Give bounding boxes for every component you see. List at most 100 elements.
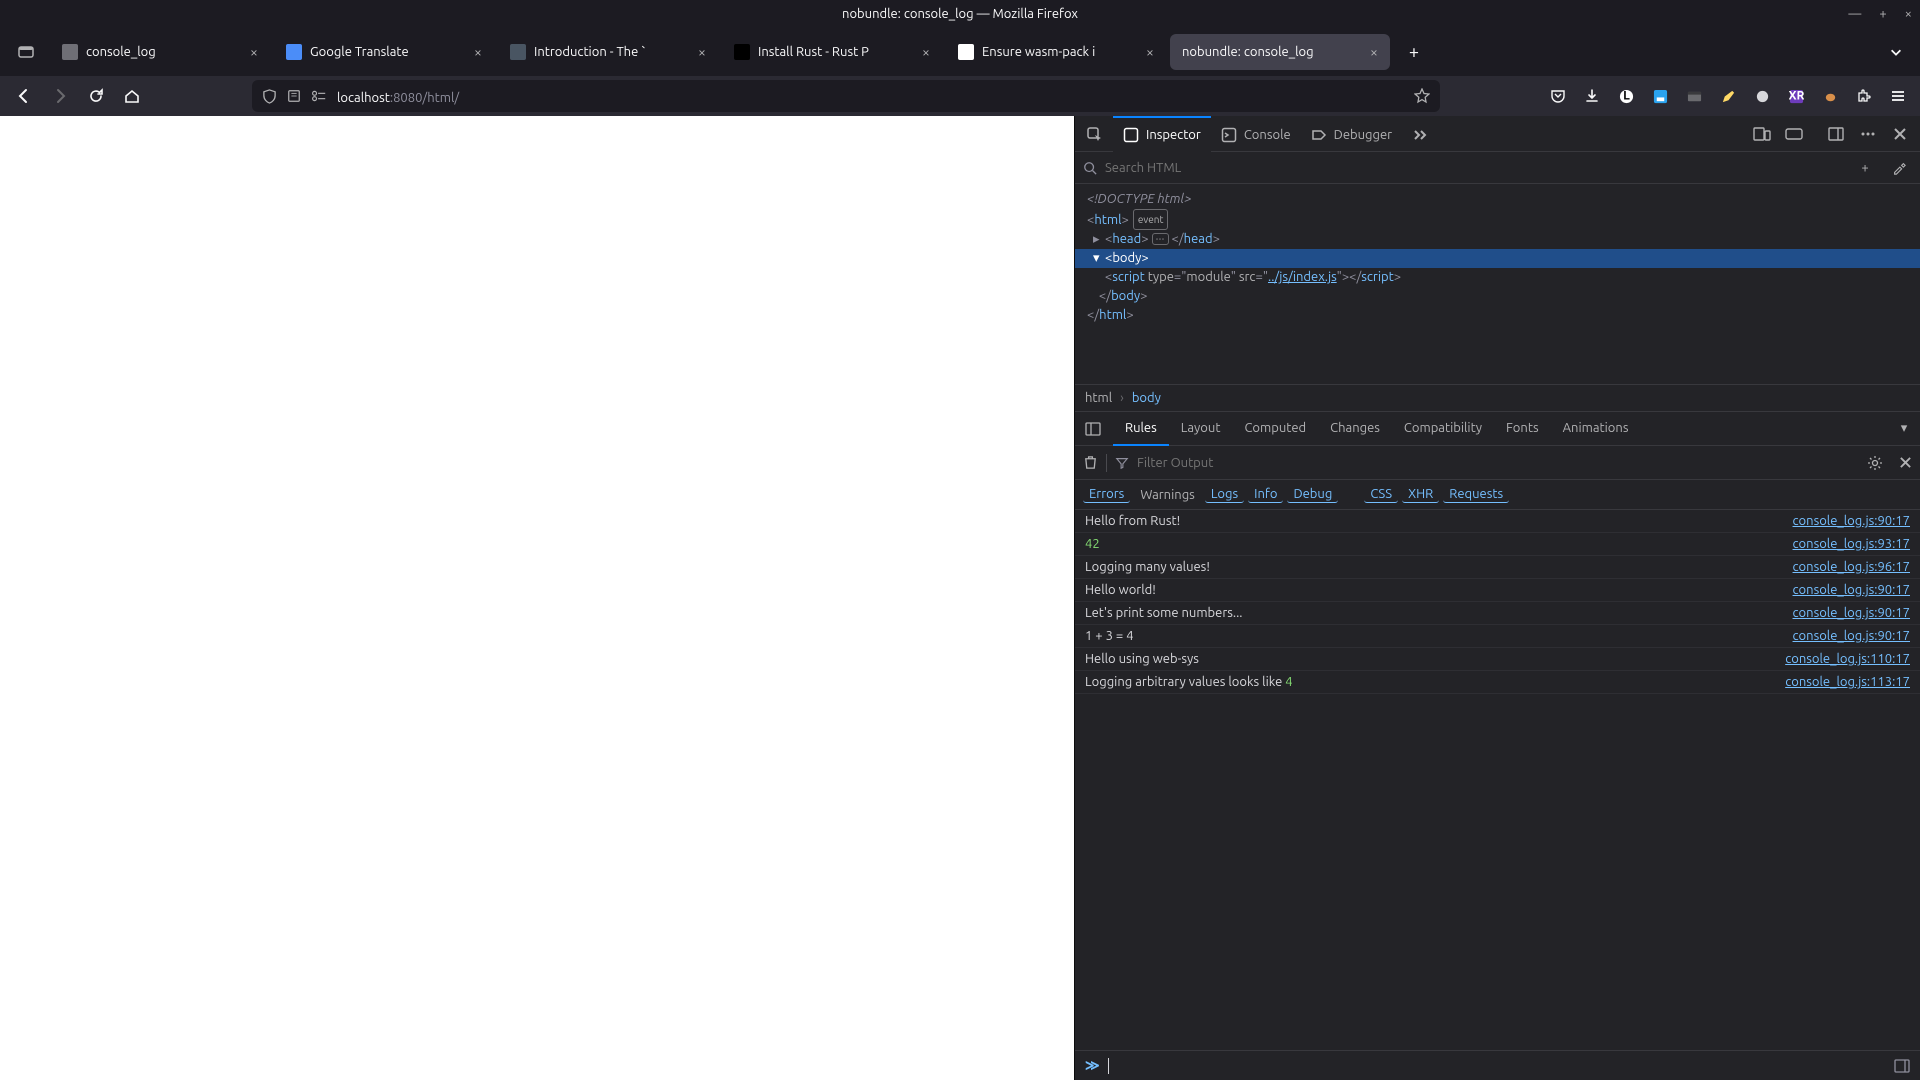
clear-console-button[interactable] <box>1083 455 1098 470</box>
tab-close-button[interactable]: × <box>916 42 936 62</box>
more-options-button[interactable] <box>1854 120 1882 148</box>
source-link[interactable]: console_log.js:96:17 <box>1793 560 1910 574</box>
cat-requests[interactable]: Requests <box>1443 486 1509 503</box>
favicon-icon <box>734 44 750 60</box>
console-row: 42console_log.js:93:17 <box>1075 533 1920 556</box>
debugger-tab-label: Debugger <box>1334 128 1392 142</box>
console-settings-button[interactable] <box>1867 455 1883 471</box>
breadcrumb-html[interactable]: html <box>1085 391 1112 405</box>
cat-warnings[interactable]: Warnings <box>1134 487 1201 503</box>
tab-animations[interactable]: Animations <box>1551 412 1641 446</box>
inspector-tab-label: Inspector <box>1146 128 1201 142</box>
source-link[interactable]: console_log.js:113:17 <box>1785 675 1910 689</box>
reload-button[interactable] <box>80 80 112 112</box>
dock-side-button[interactable] <box>1822 120 1850 148</box>
html-search-input[interactable] <box>1105 161 1844 175</box>
panel-tabs-overflow[interactable]: ▾ <box>1892 421 1916 436</box>
tab-close-button[interactable]: × <box>1364 42 1384 62</box>
console-input[interactable]: ≫ <box>1075 1050 1920 1080</box>
debugger-tab[interactable]: Debugger <box>1301 116 1402 152</box>
source-link[interactable]: console_log.js:90:17 <box>1793 606 1910 620</box>
tab-close-button[interactable]: × <box>692 42 712 62</box>
tab-console-log[interactable]: console_log × <box>50 34 270 70</box>
selected-node[interactable]: ▾<body> <box>1075 249 1920 268</box>
window-close-icon[interactable]: × <box>1905 7 1912 21</box>
tab-compatibility[interactable]: Compatibility <box>1392 412 1494 446</box>
tab-close-button[interactable]: × <box>244 42 264 62</box>
editor-mode-button[interactable] <box>1894 1059 1910 1073</box>
filter-output-input[interactable] <box>1137 456 1859 470</box>
pick-element-button[interactable] <box>1077 116 1113 152</box>
cat-info[interactable]: Info <box>1248 486 1283 503</box>
breadcrumb-body[interactable]: body <box>1132 391 1161 405</box>
tab-wasm-pack[interactable]: Ensure wasm-pack i × <box>946 34 1166 70</box>
permissions-icon[interactable] <box>311 89 327 103</box>
ext-button-4[interactable] <box>1714 82 1742 110</box>
bookmark-star-icon[interactable] <box>1414 88 1430 104</box>
tab-google-translate[interactable]: Google Translate × <box>274 34 494 70</box>
cat-xhr[interactable]: XHR <box>1402 486 1439 503</box>
tab-nobundle-active[interactable]: nobundle: console_log × <box>1170 34 1390 70</box>
pocket-button[interactable] <box>1544 82 1572 110</box>
more-tools-button[interactable] <box>1402 116 1438 152</box>
shield-icon[interactable] <box>262 89 277 104</box>
close-split-button[interactable] <box>1899 456 1912 469</box>
window-maximize-icon[interactable]: + <box>1879 7 1886 21</box>
cat-errors[interactable]: Errors <box>1083 486 1130 503</box>
recent-tabs-button[interactable] <box>8 34 44 70</box>
ext-button-6[interactable]: XR <box>1782 82 1810 110</box>
add-node-button[interactable]: + <box>1852 155 1878 181</box>
window-title: nobundle: console_log — Mozilla Firefox <box>842 7 1078 21</box>
main-area: Inspector Console Debugger + <!DOCTYPE h… <box>0 116 1920 1080</box>
event-badge[interactable]: event <box>1133 209 1169 230</box>
tab-introduction[interactable]: Introduction - The ` × <box>498 34 718 70</box>
tab-install-rust[interactable]: Install Rust - Rust P × <box>722 34 942 70</box>
rde-button-2[interactable] <box>1780 120 1808 148</box>
tab-close-button[interactable]: × <box>1140 42 1160 62</box>
source-link[interactable]: console_log.js:110:17 <box>1785 652 1910 666</box>
tab-fonts[interactable]: Fonts <box>1494 412 1551 446</box>
tab-layout[interactable]: Layout <box>1169 412 1233 446</box>
cat-logs[interactable]: Logs <box>1205 486 1244 503</box>
all-tabs-button[interactable] <box>1880 36 1912 68</box>
new-tab-button[interactable]: + <box>1398 36 1430 68</box>
window-minimize-icon[interactable]: — <box>1848 7 1861 21</box>
tab-title: console_log <box>86 45 240 59</box>
cat-css[interactable]: CSS <box>1364 486 1398 503</box>
app-menu-button[interactable] <box>1884 82 1912 110</box>
close-icon <box>1893 127 1907 141</box>
ext-button-3[interactable] <box>1680 82 1708 110</box>
source-link[interactable]: console_log.js:90:17 <box>1793 583 1910 597</box>
eyedropper-button[interactable] <box>1886 155 1912 181</box>
devtools-close-button[interactable] <box>1886 120 1914 148</box>
cat-debug[interactable]: Debug <box>1287 486 1338 503</box>
forward-button[interactable] <box>44 80 76 112</box>
ext-button-2[interactable] <box>1646 82 1674 110</box>
ext-button-1[interactable]: L <box>1612 82 1640 110</box>
panel-toggle-button[interactable] <box>1079 415 1107 443</box>
pick-element-icon <box>1087 127 1103 143</box>
window-titlebar: nobundle: console_log — Mozilla Firefox … <box>0 0 1920 28</box>
markup-tree[interactable]: <!DOCTYPE html> <html>event ▸<head> ⋯ </… <box>1075 184 1920 384</box>
url-bar[interactable]: localhost:8080/html/ <box>252 80 1440 112</box>
extensions-button[interactable] <box>1850 82 1878 110</box>
inspector-tab[interactable]: Inspector <box>1113 116 1211 152</box>
downloads-button[interactable] <box>1578 82 1606 110</box>
chevron-right-icon: › <box>1120 391 1124 405</box>
tab-changes[interactable]: Changes <box>1318 412 1392 446</box>
rde-button[interactable] <box>1748 120 1776 148</box>
page-info-icon[interactable] <box>287 89 301 103</box>
source-link[interactable]: console_log.js:93:17 <box>1793 537 1910 551</box>
ext-button-7[interactable] <box>1816 82 1844 110</box>
console-tab[interactable]: Console <box>1211 116 1301 152</box>
ext-button-5[interactable] <box>1748 82 1776 110</box>
tab-close-button[interactable]: × <box>468 42 488 62</box>
back-button[interactable] <box>8 80 40 112</box>
eyedropper-icon <box>1892 161 1906 175</box>
tab-computed[interactable]: Computed <box>1232 412 1318 446</box>
source-link[interactable]: console_log.js:90:17 <box>1793 629 1910 643</box>
source-link[interactable]: console_log.js:90:17 <box>1793 514 1910 528</box>
debugger-icon <box>1311 127 1327 143</box>
home-button[interactable] <box>116 80 148 112</box>
tab-rules[interactable]: Rules <box>1113 412 1169 446</box>
